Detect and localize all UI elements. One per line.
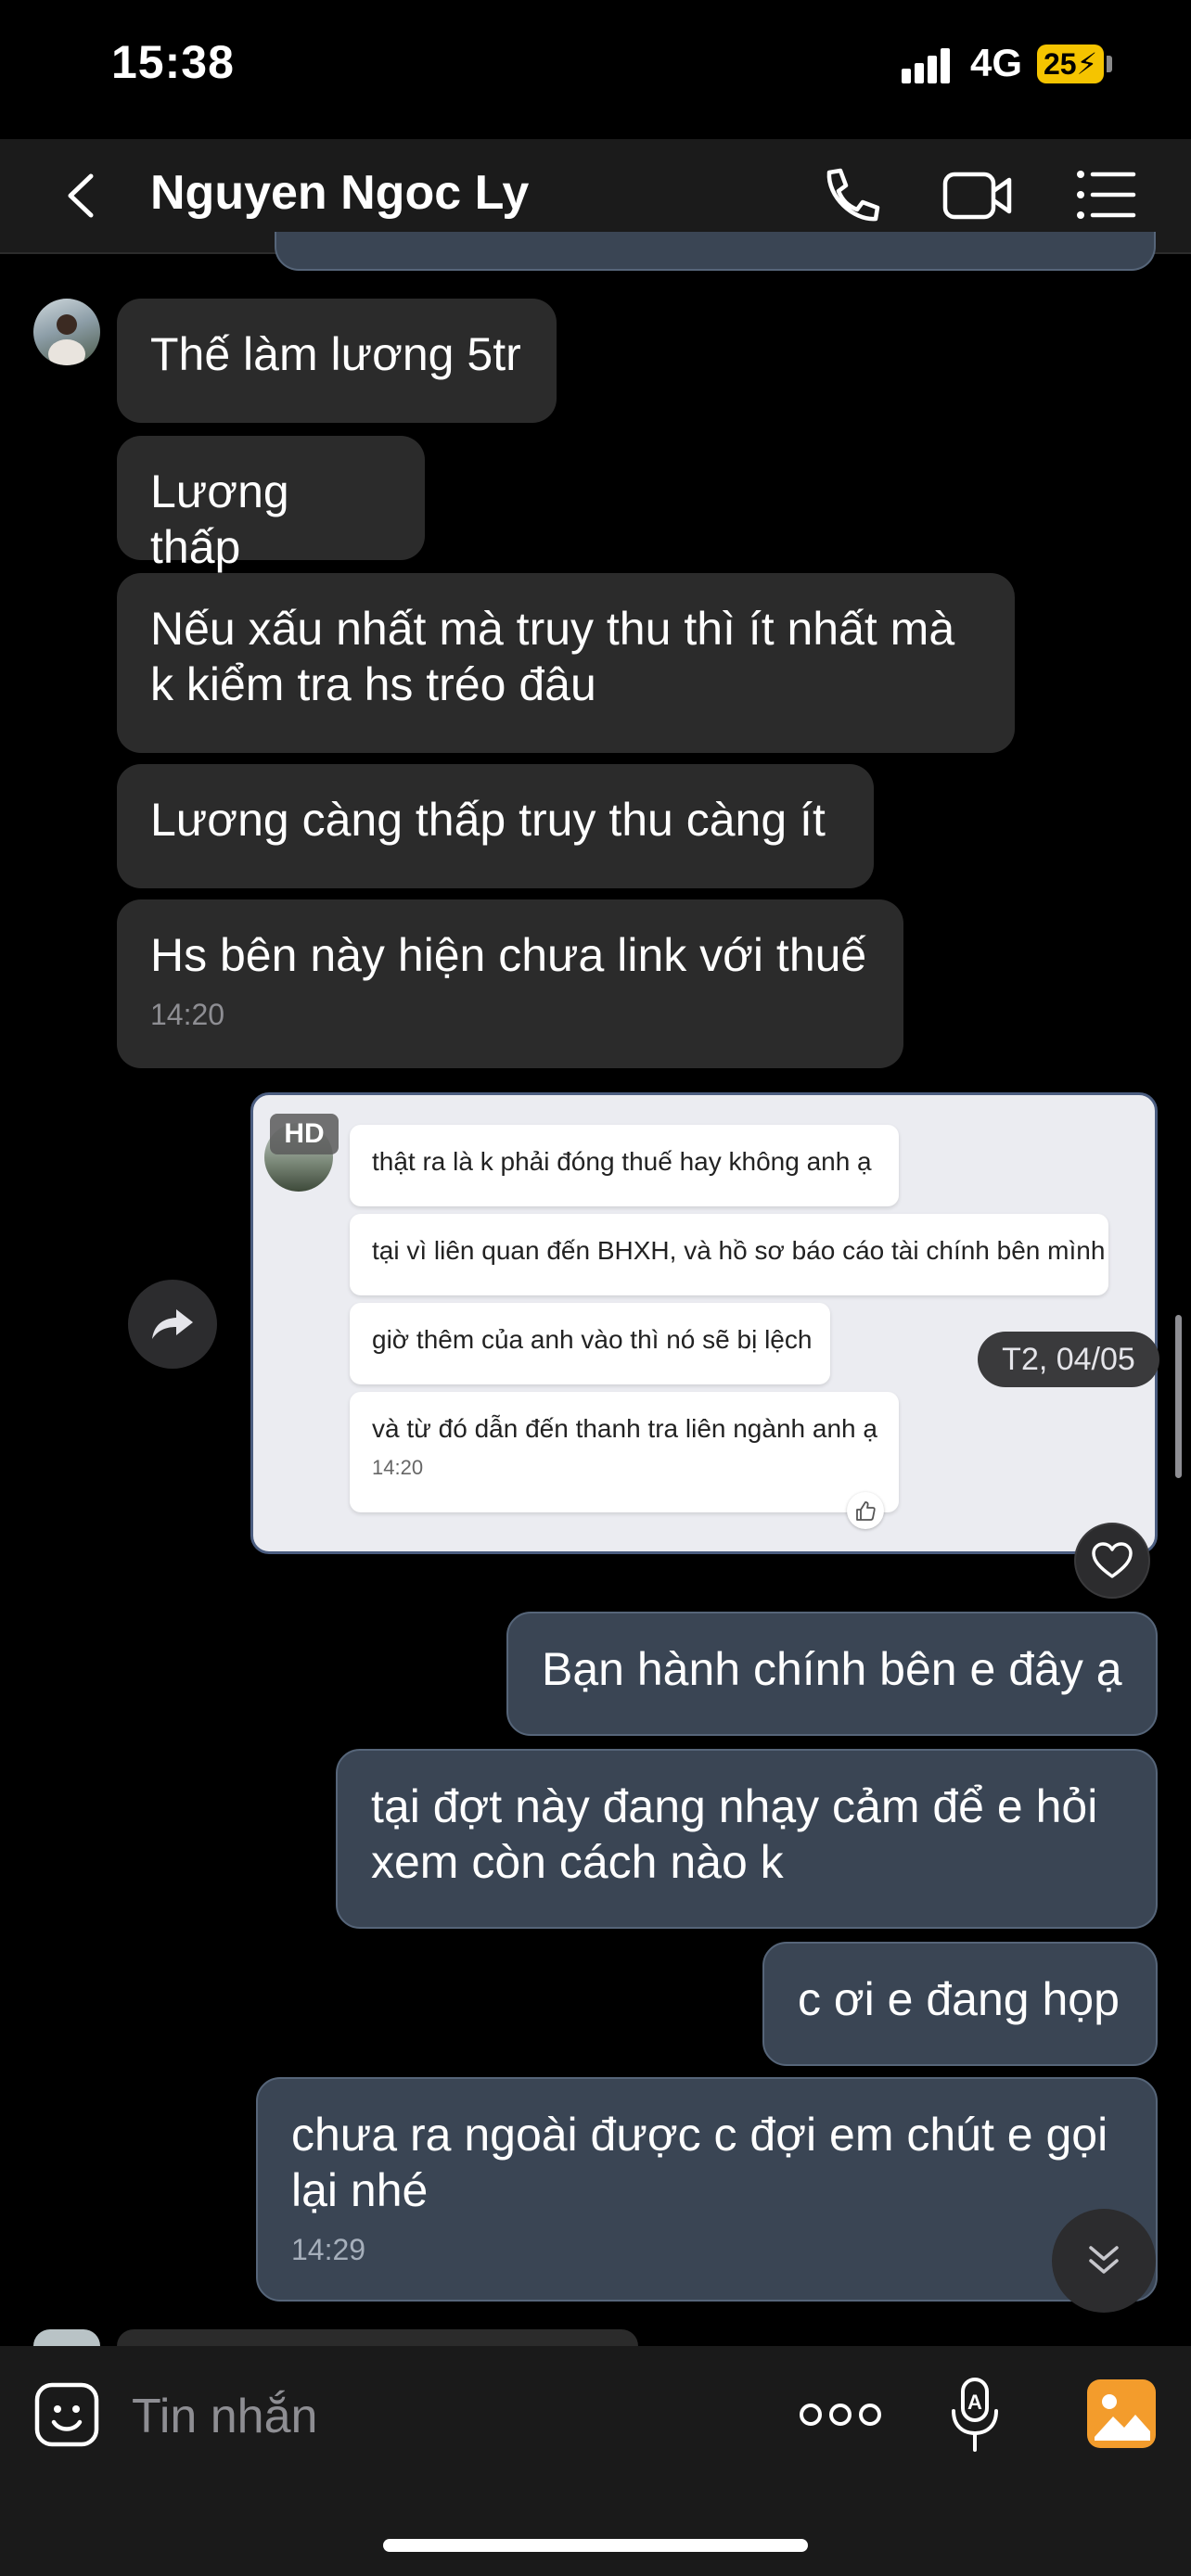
message-text: Lương càng thấp truy thu càng ít [150, 794, 826, 846]
message-text: Bạn hành chính bên e đây ạ [542, 1643, 1122, 1695]
more-dots-icon [800, 2404, 881, 2426]
next-message-avatar [33, 2329, 100, 2346]
message-time: 14:20 [150, 998, 225, 1031]
message-text: chưa ra ngoài được c đợi em chút e gọi l… [291, 2109, 1108, 2216]
contact-name[interactable]: Nguyen Ngoc Ly [150, 165, 529, 221]
incoming-message[interactable]: Lương càng thấp truy thu càng ít [117, 764, 874, 888]
phone-icon [826, 168, 880, 222]
svg-text:A: A [967, 2391, 982, 2414]
more-options-button[interactable] [800, 2400, 881, 2429]
outgoing-message[interactable]: chưa ra ngoài được c đợi em chút e gọi l… [256, 2077, 1158, 2302]
sticker-button[interactable] [33, 2381, 100, 2448]
previous-message-bubble[interactable] [275, 232, 1156, 271]
chevron-left-icon [68, 173, 94, 218]
screenshot-bubble: thật ra là k phải đóng thuế hay không an… [350, 1125, 899, 1206]
back-button[interactable] [54, 163, 109, 228]
cellular-signal-icon [902, 46, 957, 83]
home-indicator [383, 2539, 808, 2552]
incoming-message[interactable]: Hs bên này hiện chưa link với thuế 14:20 [117, 899, 903, 1068]
status-time: 15:38 [111, 36, 235, 88]
incoming-message[interactable]: Nếu xấu nhất mà truy thu thì ít nhất mà … [117, 573, 1015, 753]
message-input[interactable]: Tin nhắn [132, 2389, 317, 2444]
list-menu-icon [1077, 171, 1136, 219]
battery-icon: 25⚡ [1037, 45, 1104, 83]
message-text: Nếu xấu nhất mà truy thu thì ít nhất mà … [150, 603, 955, 710]
forward-button[interactable] [128, 1280, 217, 1369]
message-text: Thế làm lương 5tr [150, 328, 521, 380]
message-time: 14:29 [291, 2233, 366, 2266]
date-separator: T2, 04/05 [978, 1332, 1159, 1387]
avatar-photo [48, 314, 85, 365]
battery-tip [1107, 56, 1112, 72]
heart-icon [1092, 1542, 1133, 1578]
voice-button[interactable]: A [950, 2376, 1000, 2454]
outgoing-message[interactable]: tại đợt này đang nhạy cảm để e hỏi xem c… [336, 1749, 1158, 1929]
chat-menu-button[interactable] [1076, 169, 1137, 221]
message-text: Hs bên này hiện chưa link với thuế [150, 929, 867, 981]
scrollbar-thumb[interactable] [1175, 1315, 1182, 1478]
screenshot-bubble-text: thật ra là k phải đóng thuế hay không an… [372, 1147, 872, 1176]
share-arrow-icon [152, 1309, 193, 1339]
screenshot-bubble-text: và từ đó dẫn đến thanh tra liên ngành an… [372, 1414, 877, 1443]
message-text: c ơi e đang họp [798, 1973, 1120, 2025]
outgoing-message[interactable]: c ơi e đang họp [762, 1942, 1158, 2066]
screenshot-bubble: giờ thêm của anh vào thì nó sẽ bị lệch [350, 1303, 830, 1384]
video-camera-icon [942, 172, 1012, 220]
screenshot-bubble: và từ đó dẫn đến thanh tra liên ngành an… [350, 1392, 899, 1512]
message-text: Lương thấp [150, 465, 289, 573]
sticker-icon [34, 2382, 99, 2447]
screenshot-bubble: tại vì liên quan đến BHXH, và hồ sơ báo … [350, 1214, 1108, 1295]
voice-microphone-icon: A [952, 2378, 998, 2452]
forwarded-screenshot[interactable]: HD thật ra là k phải đóng thuế hay không… [250, 1092, 1158, 1554]
incoming-message[interactable]: Lương thấp [117, 436, 425, 573]
call-button[interactable] [816, 163, 883, 230]
scroll-to-bottom-button[interactable] [1052, 2209, 1156, 2313]
video-call-button[interactable] [942, 167, 1013, 226]
gallery-button[interactable] [1087, 2379, 1156, 2448]
double-chevron-down-icon [1089, 2246, 1119, 2274]
contact-avatar[interactable] [33, 299, 100, 365]
screenshot-bubble-time: 14:20 [372, 1456, 424, 1479]
incoming-message[interactable]: Thế làm lương 5tr [117, 299, 557, 423]
screenshot-like-icon [847, 1492, 884, 1529]
gallery-image-icon [1095, 2394, 1150, 2441]
next-message-bubble [117, 2329, 638, 2346]
hd-badge: HD [270, 1114, 339, 1154]
react-heart-button[interactable] [1074, 1523, 1150, 1599]
screenshot-bubble-text: tại vì liên quan đến BHXH, và hồ sơ báo … [372, 1236, 1106, 1265]
battery-level: 25 [1043, 47, 1077, 81]
screenshot-bubble-text: giờ thêm của anh vào thì nó sẽ bị lệch [372, 1325, 813, 1354]
outgoing-message[interactable]: Bạn hành chính bên e đây ạ [506, 1612, 1158, 1736]
network-type: 4G [970, 41, 1023, 84]
message-text: tại đợt này đang nhạy cảm để e hỏi xem c… [371, 1780, 1098, 1888]
